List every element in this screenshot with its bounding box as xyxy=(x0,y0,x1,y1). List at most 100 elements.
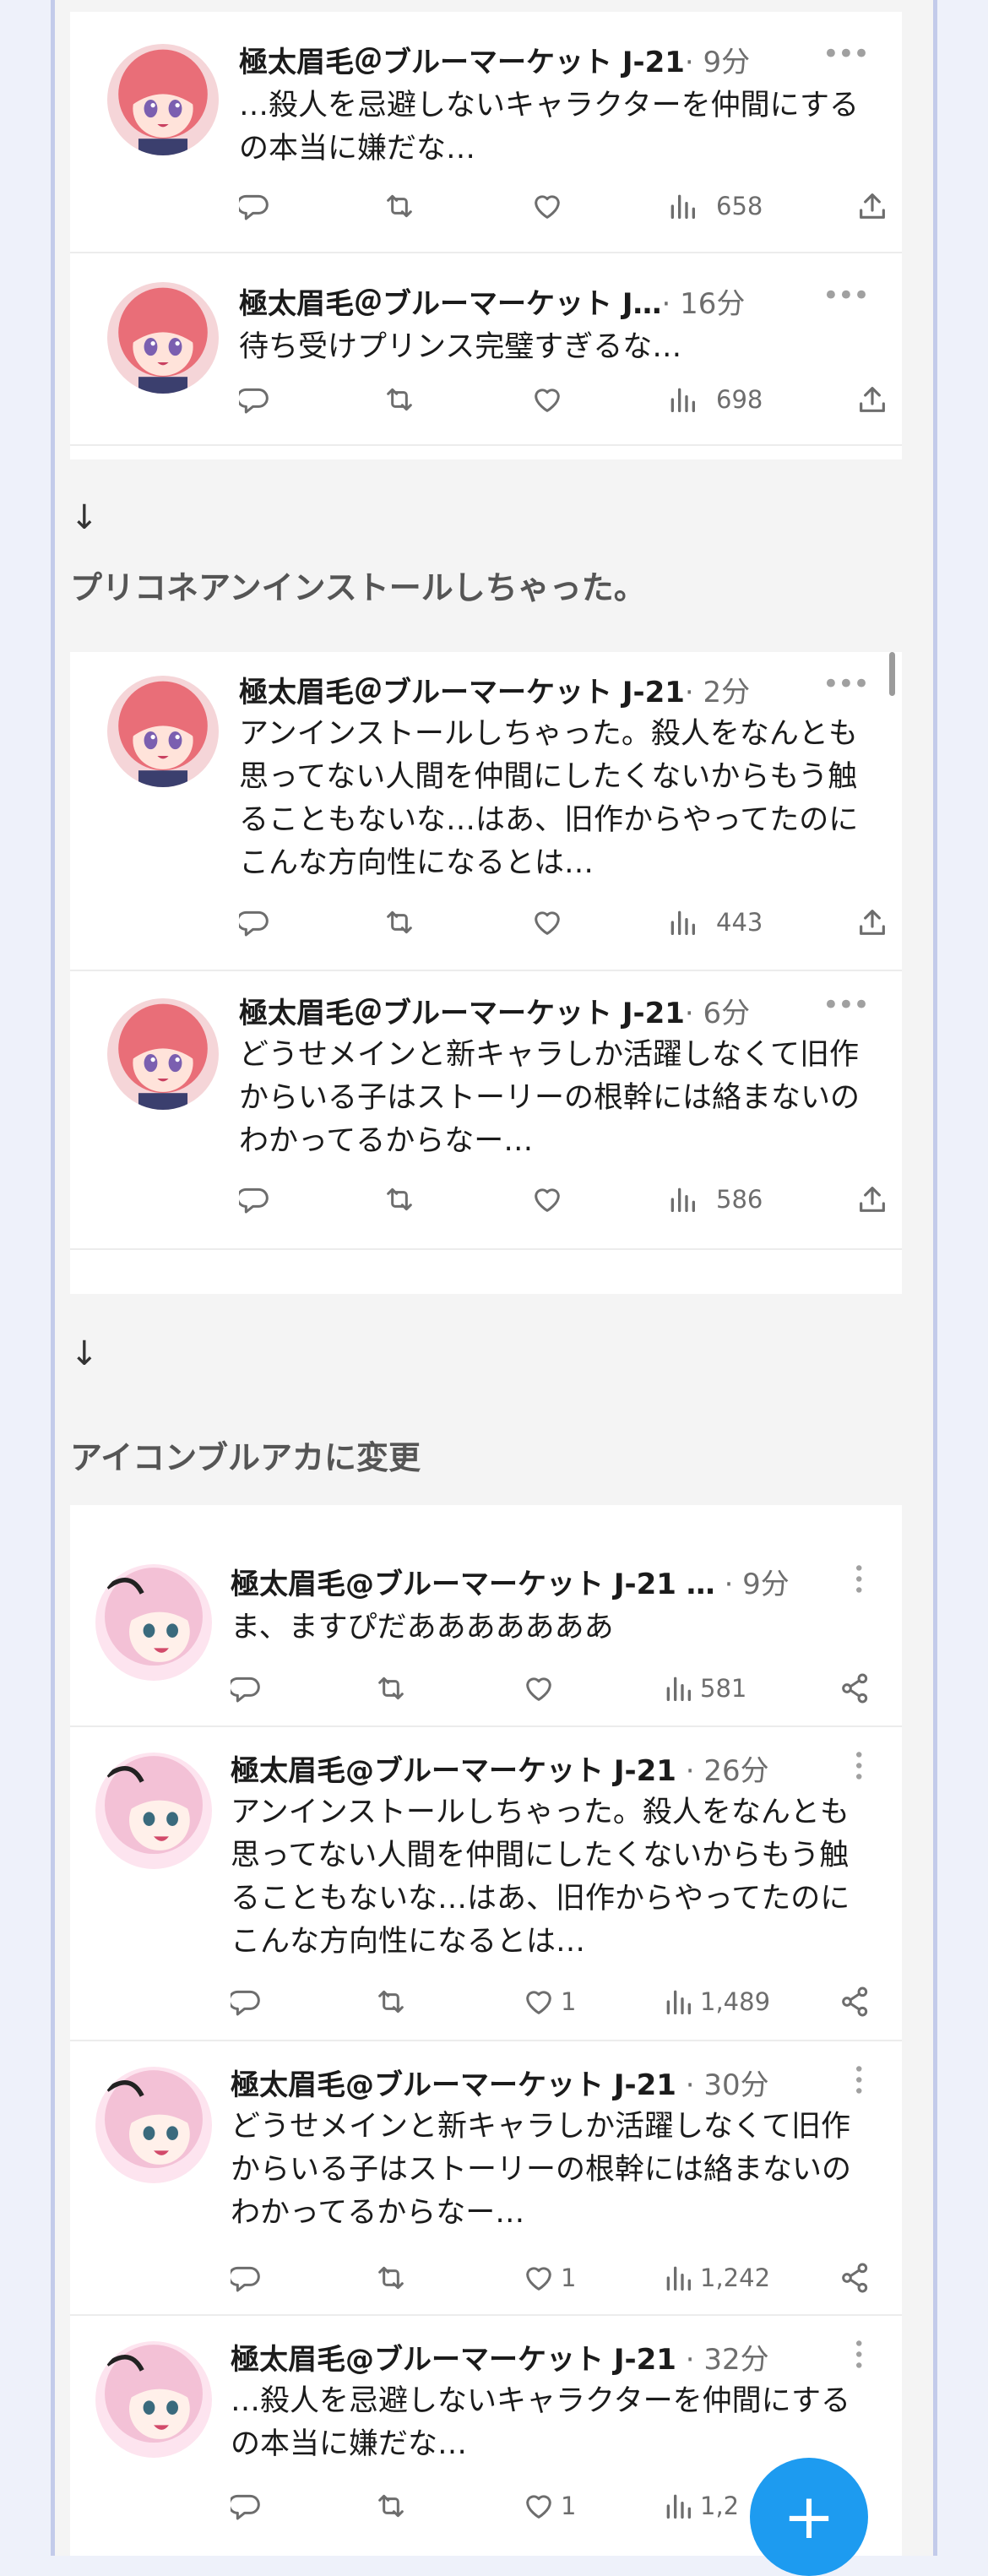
author-name[interactable]: 極太眉毛＠ブルーマーケット J… xyxy=(239,287,662,321)
more-icon[interactable]: ••• xyxy=(847,1749,868,1782)
tweet-item[interactable]: 極太眉毛＠ブルーマーケット J-21· 2分 ••• アンインストールしちゃった… xyxy=(70,652,902,971)
timestamp[interactable]: · 9分 xyxy=(725,1568,790,1601)
tweet-actions: 581 xyxy=(231,1667,877,1709)
tweet-actions: 658 xyxy=(239,185,877,227)
reply-icon[interactable] xyxy=(239,378,273,421)
views-count: 586 xyxy=(716,1185,763,1214)
like-icon[interactable] xyxy=(530,378,564,421)
tweet-item[interactable]: 極太眉毛＠ブルーマーケット J…· 16分 ••• 待ち受けプリンス完璧すぎるな… xyxy=(70,253,902,446)
share-icon[interactable] xyxy=(855,901,889,943)
tweet-card-group-1: 極太眉毛＠ブルーマーケット J-21· 9分 ••• …殺人を忌避しないキャラク… xyxy=(70,12,902,459)
views-icon xyxy=(661,2261,695,2295)
tweet-text: アンインストールしちゃった。殺人をなんとも思ってない人間を仲間にしたくないからも… xyxy=(239,717,859,880)
views-stat[interactable]: 1,242 xyxy=(661,2257,770,2299)
views-stat[interactable]: 443 xyxy=(665,901,763,943)
views-stat[interactable]: 586 xyxy=(665,1178,763,1220)
reply-icon[interactable] xyxy=(231,2257,264,2299)
avatar[interactable] xyxy=(107,282,219,394)
tweet-actions: 1 1,489 xyxy=(231,1981,877,2023)
views-count: 443 xyxy=(716,908,763,937)
more-icon[interactable]: ••• xyxy=(847,1562,868,1595)
timeline-page: 極太眉毛＠ブルーマーケット J-21· 9分 ••• …殺人を忌避しないキャラク… xyxy=(51,0,937,2576)
author-name[interactable]: 極太眉毛@ブルーマーケット J-21 xyxy=(231,2068,676,2102)
views-icon xyxy=(665,1182,699,1216)
views-icon xyxy=(661,2489,695,2523)
views-stat[interactable]: 658 xyxy=(665,185,763,227)
share-icon[interactable] xyxy=(839,1667,872,1709)
compose-icon: + xyxy=(782,2481,835,2553)
share-icon[interactable] xyxy=(855,1178,889,1220)
like-icon[interactable]: 1 xyxy=(522,2257,576,2299)
views-stat[interactable]: 1,2 xyxy=(661,2485,739,2527)
views-stat[interactable]: 1,489 xyxy=(661,1981,770,2023)
more-icon[interactable]: ••• xyxy=(822,667,870,701)
down-arrow: ↓ xyxy=(70,1334,99,1373)
avatar[interactable] xyxy=(95,1564,212,1681)
timestamp[interactable]: · 2分 xyxy=(685,676,750,709)
avatar[interactable] xyxy=(95,2067,212,2183)
tweet-text: 待ち受けプリンス完璧すぎるな… xyxy=(239,330,682,364)
reply-icon[interactable] xyxy=(239,1178,273,1220)
views-count: 698 xyxy=(716,385,763,414)
timestamp[interactable]: · 26分 xyxy=(686,1754,769,1788)
share-icon[interactable] xyxy=(855,185,889,227)
share-icon[interactable] xyxy=(855,378,889,421)
avatar[interactable] xyxy=(95,2341,212,2458)
author-name[interactable]: 極太眉毛＠ブルーマーケット J-21 xyxy=(239,997,685,1030)
like-count: 1 xyxy=(561,2264,577,2292)
tweet-item[interactable]: 極太眉毛＠ブルーマーケット J-21· 9分 ••• …殺人を忌避しないキャラク… xyxy=(70,12,902,253)
views-count: 1,242 xyxy=(700,2264,771,2292)
author-name[interactable]: 極太眉毛@ブルーマーケット J-21 … xyxy=(231,1568,715,1601)
like-icon[interactable] xyxy=(522,1667,561,1709)
like-icon[interactable]: 1 xyxy=(522,1981,576,2023)
reply-icon[interactable] xyxy=(239,901,273,943)
avatar[interactable] xyxy=(95,1753,212,1869)
retweet-icon[interactable] xyxy=(383,185,416,227)
reply-icon[interactable] xyxy=(239,185,273,227)
views-stat[interactable]: 581 xyxy=(661,1667,746,1709)
like-icon[interactable]: 1 xyxy=(522,2485,576,2527)
retweet-icon[interactable] xyxy=(383,1178,416,1220)
reply-icon[interactable] xyxy=(231,1981,264,2023)
retweet-icon[interactable] xyxy=(374,2257,408,2299)
avatar[interactable] xyxy=(107,676,219,787)
retweet-icon[interactable] xyxy=(383,378,416,421)
retweet-icon[interactable] xyxy=(374,1981,408,2023)
more-icon[interactable]: ••• xyxy=(822,279,870,312)
retweet-icon[interactable] xyxy=(383,901,416,943)
reply-icon[interactable] xyxy=(231,1667,264,1709)
reply-icon[interactable] xyxy=(231,2485,264,2527)
like-icon[interactable] xyxy=(530,185,564,227)
like-icon[interactable] xyxy=(530,901,564,943)
more-icon[interactable]: ••• xyxy=(847,2338,868,2371)
timestamp[interactable]: · 16分 xyxy=(662,287,746,321)
share-icon[interactable] xyxy=(839,2257,872,2299)
author-name[interactable]: 極太眉毛@ブルーマーケット J-21 xyxy=(231,2343,676,2377)
more-icon[interactable]: ••• xyxy=(822,988,870,1022)
views-count: 658 xyxy=(716,192,763,220)
avatar[interactable] xyxy=(107,44,219,155)
timestamp[interactable]: · 30分 xyxy=(686,2068,769,2102)
tweet-card-group-3: 極太眉毛@ブルーマーケット J-21 … · 9分 ••• ま、ますぴだああああ… xyxy=(70,1505,902,2556)
tweet-item[interactable]: 極太眉毛@ブルーマーケット J-21 … · 9分 ••• ま、ますぴだああああ… xyxy=(70,1530,902,1727)
retweet-icon[interactable] xyxy=(374,2485,408,2527)
more-icon[interactable]: ••• xyxy=(847,2063,868,2096)
views-stat[interactable]: 698 xyxy=(665,378,763,421)
author-name[interactable]: 極太眉毛＠ブルーマーケット J-21 xyxy=(239,46,685,79)
author-name[interactable]: 極太眉毛＠ブルーマーケット J-21 xyxy=(239,676,685,709)
like-icon[interactable] xyxy=(530,1178,564,1220)
more-icon[interactable]: ••• xyxy=(822,37,870,71)
compose-button[interactable]: + xyxy=(750,2458,868,2576)
views-icon xyxy=(661,1671,695,1705)
retweet-icon[interactable] xyxy=(374,1667,408,1709)
tweet-item[interactable]: 極太眉毛@ブルーマーケット J-21 · 26分 ••• アンインストールしちゃ… xyxy=(70,1727,902,2041)
timestamp[interactable]: · 9分 xyxy=(685,46,750,79)
avatar[interactable] xyxy=(107,998,219,1110)
views-count: 1,2 xyxy=(700,2492,740,2520)
tweet-item[interactable]: 極太眉毛＠ブルーマーケット J-21· 6分 ••• どうせメインと新キャラしか… xyxy=(70,971,902,1250)
timestamp[interactable]: · 6分 xyxy=(685,997,750,1030)
author-name[interactable]: 極太眉毛@ブルーマーケット J-21 xyxy=(231,1754,676,1788)
tweet-item[interactable]: 極太眉毛@ブルーマーケット J-21 · 30分 ••• どうせメインと新キャラ… xyxy=(70,2041,902,2316)
share-icon[interactable] xyxy=(839,1981,872,2023)
timestamp[interactable]: · 32分 xyxy=(686,2343,769,2377)
